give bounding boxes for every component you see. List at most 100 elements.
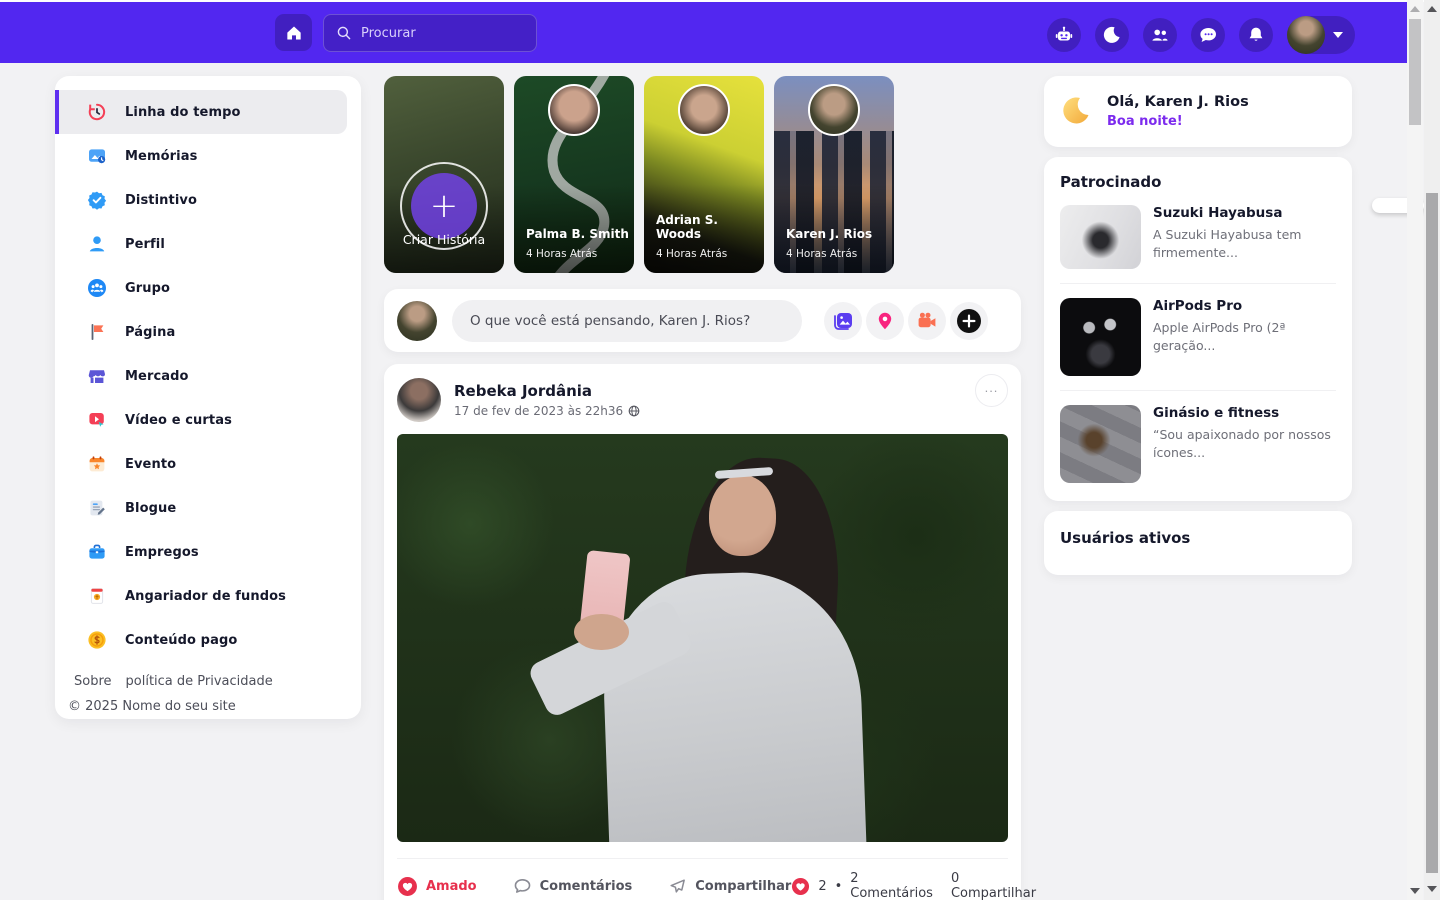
add-video-button[interactable] [908,302,946,340]
scrollbar-thumb[interactable] [1409,19,1421,125]
profile-menu-button[interactable] [1287,16,1355,54]
scroll-up-arrow[interactable] [1410,6,1420,12]
post-header: Rebeka Jordânia 17 de fev de 2023 às 22h… [384,364,1021,434]
verified-badge-icon [87,190,107,210]
reaction-count[interactable]: 2 [818,879,826,894]
composer-input[interactable] [452,300,802,342]
sponsored-item-title: AirPods Pro [1153,298,1336,314]
scroll-down-arrow[interactable] [1427,886,1437,892]
page-scrollbar[interactable] [1407,0,1423,900]
share-count[interactable]: 0 Compartilhar [951,871,1036,900]
add-photo-button[interactable] [824,302,862,340]
story-author: Adrian S. Woods [656,213,764,241]
friends-button[interactable] [1143,18,1177,52]
search-box[interactable] [323,14,537,52]
post-date-text: 17 de fev de 2023 às 22h36 [454,404,623,418]
composer-avatar [397,301,437,341]
story-author: Palma B. Smith [526,227,629,241]
notifications-button[interactable] [1239,18,1273,52]
sidebar-item-grupo[interactable]: Grupo [55,266,361,310]
profile-icon [87,234,107,254]
heart-circle-icon [397,876,418,897]
sidebar-item-memorias[interactable]: Memórias [55,134,361,178]
sidebar-item-perfil[interactable]: Perfil [55,222,361,266]
story-card[interactable]: Adrian S. Woods 4 Horas Atrás [644,76,764,273]
post-author-name[interactable]: Rebeka Jordânia [454,382,640,400]
sidebar-item-label: Grupo [125,281,170,296]
paid-content-coin-icon [87,630,107,650]
post-options-button[interactable]: ... [975,374,1008,407]
sponsored-item[interactable]: AirPods Pro Apple AirPods Pro (2ª geraçã… [1060,298,1336,391]
marketplace-icon [87,366,107,386]
comment-count[interactable]: 2 Comentários [850,871,933,900]
sponsored-item-title: Ginásio e fitness [1153,405,1336,421]
post-composer [384,289,1021,352]
bot-button[interactable] [1047,18,1081,52]
sidebar-item-conteudo-pago[interactable]: Conteúdo pago [55,618,361,662]
active-users-title: Usuários ativos [1060,529,1336,547]
scroll-up-arrow[interactable] [1427,6,1437,12]
sponsored-image-gym [1060,405,1141,483]
sidebar-footer-links: Sobre política de Privacidade [55,674,361,689]
sidebar-item-evento[interactable]: Evento [55,442,361,486]
plus-circle-icon [955,307,983,335]
sidebar-item-empregos[interactable]: Empregos [55,530,361,574]
sidebar-item-label: Distintivo [125,193,197,208]
home-button[interactable] [275,14,312,51]
photo-figure-face [709,475,776,557]
story-card[interactable]: Karen J. Rios 4 Horas Atrás [774,76,894,273]
messages-button[interactable] [1191,18,1225,52]
privacy-policy-link[interactable]: política de Privacidade [126,674,273,689]
sponsored-item[interactable]: Suzuki Hayabusa A Suzuki Hayabusa tem fi… [1060,205,1336,284]
sponsored-item-desc: A Suzuki Hayabusa tem firmemente... [1153,226,1336,262]
browser-scrollbar[interactable] [1424,0,1440,900]
comment-bubble-icon [513,877,532,896]
sidebar-item-pagina[interactable]: Página [55,310,361,354]
sidebar-item-linha-do-tempo[interactable]: Linha do tempo [55,90,347,134]
scroll-down-arrow[interactable] [1410,888,1420,894]
story-time: 4 Horas Atrás [786,248,857,260]
navbar [0,2,1407,63]
share-icon [668,877,687,896]
friends-icon [1150,25,1170,45]
story-author: Karen J. Rios [786,227,872,241]
share-button[interactable]: Compartilhar [668,877,791,896]
sponsored-item[interactable]: Ginásio e fitness “Sou apaixonado por no… [1060,405,1336,497]
story-avatar [808,84,860,136]
post-author-avatar[interactable] [397,378,441,422]
sponsored-item-desc: Apple AirPods Pro (2ª geração... [1153,319,1336,355]
sponsored-image-motorcycle [1060,205,1141,269]
timeline-history-icon [87,102,107,122]
active-users-card: Usuários ativos [1044,511,1352,575]
add-location-button[interactable] [866,302,904,340]
scrollbar-thumb[interactable] [1426,193,1438,873]
chat-icon [1198,25,1218,45]
story-time: 4 Horas Atrás [656,248,727,260]
story-avatar [548,84,600,136]
sidebar-item-label: Blogue [125,501,176,516]
share-label: Compartilhar [695,879,791,894]
create-story-card[interactable]: + Criar História [384,76,504,273]
post-photo[interactable] [397,434,1008,842]
sidebar-item-distintivo[interactable]: Distintivo [55,178,361,222]
blog-icon [87,498,107,518]
comments-button[interactable]: Comentários [513,877,633,896]
story-card[interactable]: Palma B. Smith 4 Horas Atrás [514,76,634,273]
navbar-actions [1047,16,1355,54]
sidebar-item-blogue[interactable]: Blogue [55,486,361,530]
sidebar-item-angariador[interactable]: Angariador de fundos [55,574,361,618]
page-flag-icon [87,322,107,342]
greeting-title: Olá, Karen J. Rios [1107,94,1249,110]
globe-icon [628,405,640,417]
about-link[interactable]: Sobre [74,674,112,689]
more-create-button[interactable] [950,302,988,340]
bot-icon [1054,25,1074,45]
sidebar-item-mercado[interactable]: Mercado [55,354,361,398]
feed-post: Rebeka Jordânia 17 de fev de 2023 às 22h… [384,364,1021,900]
sidebar-item-video-e-curtas[interactable]: Vídeo e curtas [55,398,361,442]
heart-stat-icon[interactable] [791,877,810,896]
dark-mode-button[interactable] [1095,18,1129,52]
search-input[interactable] [361,26,511,41]
sidebar-item-label: Angariador de fundos [125,589,286,604]
love-button[interactable]: Amado [397,876,477,897]
